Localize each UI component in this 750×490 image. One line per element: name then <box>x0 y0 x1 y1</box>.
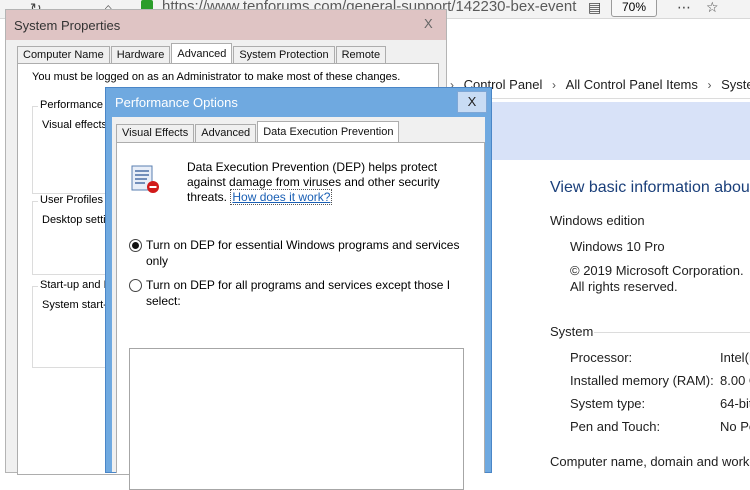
processor-label: Processor: <box>570 350 633 365</box>
close-button[interactable]: X <box>457 91 487 113</box>
dep-essential-option[interactable]: Turn on DEP for essential Windows progra… <box>129 237 459 271</box>
dep-all-label: Turn on DEP for all programs and service… <box>146 278 451 308</box>
header-banner <box>488 102 750 160</box>
tab-remote[interactable]: Remote <box>335 46 387 64</box>
performance-options-window: Performance Options X Visual Effects Adv… <box>105 87 492 490</box>
system-section-label: System <box>550 324 594 339</box>
system-properties-titlebar[interactable]: System Properties X <box>6 10 446 40</box>
tab-dep[interactable]: Data Execution Prevention <box>257 121 400 142</box>
tab-system-protection[interactable]: System Protection <box>233 46 335 64</box>
page-title: View basic information about <box>550 179 750 196</box>
dep-essential-label: Turn on DEP for essential Windows progra… <box>146 238 460 268</box>
dep-shield-icon <box>131 165 159 193</box>
rights-text: All rights reserved. <box>570 279 678 294</box>
close-icon: X <box>467 94 477 109</box>
performance-options-titlebar[interactable]: Performance Options X <box>106 88 491 117</box>
tab-hardware[interactable]: Hardware <box>110 46 171 64</box>
dep-essential-radio[interactable] <box>129 239 142 252</box>
tab-computer-name[interactable]: Computer Name <box>17 46 110 64</box>
system-type-value: 64-bit <box>720 396 750 411</box>
dep-all-option[interactable]: Turn on DEP for all programs and service… <box>129 277 459 311</box>
breadcrumb-all-items[interactable]: All Control Panel Items <box>566 77 698 92</box>
section-divider <box>594 332 750 333</box>
group-label: Performance <box>38 99 105 111</box>
how-does-it-work-link[interactable]: How does it work? <box>230 189 333 205</box>
group-description: Visual effects, <box>42 119 111 131</box>
ram-label: Installed memory (RAM): <box>570 373 714 388</box>
close-icon[interactable]: X <box>424 16 433 31</box>
dep-description: Data Execution Prevention (DEP) helps pr… <box>187 160 467 205</box>
system-type-label: System type: <box>570 396 646 411</box>
chevron-right-icon: › <box>552 78 557 92</box>
copyright-text: © 2019 Microsoft Corporation. <box>570 263 744 278</box>
dialog-body: Visual Effects Advanced Data Execution P… <box>112 117 485 490</box>
tab-advanced[interactable]: Advanced <box>171 43 233 64</box>
group-description: Desktop settin <box>42 214 112 226</box>
dep-tab-panel: Data Execution Prevention (DEP) helps pr… <box>116 142 485 490</box>
breadcrumb-system[interactable]: System <box>721 77 750 92</box>
processor-value: Intel(R <box>720 350 750 365</box>
group-label: Start-up and R <box>38 279 114 291</box>
dep-exceptions-list[interactable] <box>129 348 464 490</box>
computer-name-section-label: Computer name, domain and workgro <box>550 454 750 469</box>
ram-value: 8.00 G <box>720 373 750 388</box>
windows-edition-label: Windows edition <box>550 213 645 228</box>
tab-advanced[interactable]: Advanced <box>195 124 257 142</box>
zoom-indicator[interactable]: 70% <box>611 0 657 17</box>
admin-notice: You must be logged on as an Administrato… <box>32 71 401 83</box>
performance-options-tabs: Visual Effects Advanced Data Execution P… <box>116 121 400 142</box>
bookmark-icon[interactable]: ☆ <box>706 0 719 16</box>
pen-touch-value: No Pe <box>720 419 750 434</box>
more-icon[interactable]: ⋯ <box>677 0 691 16</box>
tab-visual-effects[interactable]: Visual Effects <box>116 124 195 142</box>
window-title: System Properties <box>14 18 121 33</box>
group-label: User Profiles <box>38 194 105 206</box>
dep-all-radio[interactable] <box>129 279 142 292</box>
edition-value: Windows 10 Pro <box>570 239 665 254</box>
window-title: Performance Options <box>115 95 238 110</box>
group-description: System start-u <box>42 299 113 311</box>
pen-touch-label: Pen and Touch: <box>570 419 661 434</box>
chevron-right-icon: › <box>707 78 712 92</box>
system-properties-tabs: Computer Name Hardware Advanced System P… <box>17 43 387 64</box>
reader-icon[interactable]: ▤ <box>588 0 601 16</box>
